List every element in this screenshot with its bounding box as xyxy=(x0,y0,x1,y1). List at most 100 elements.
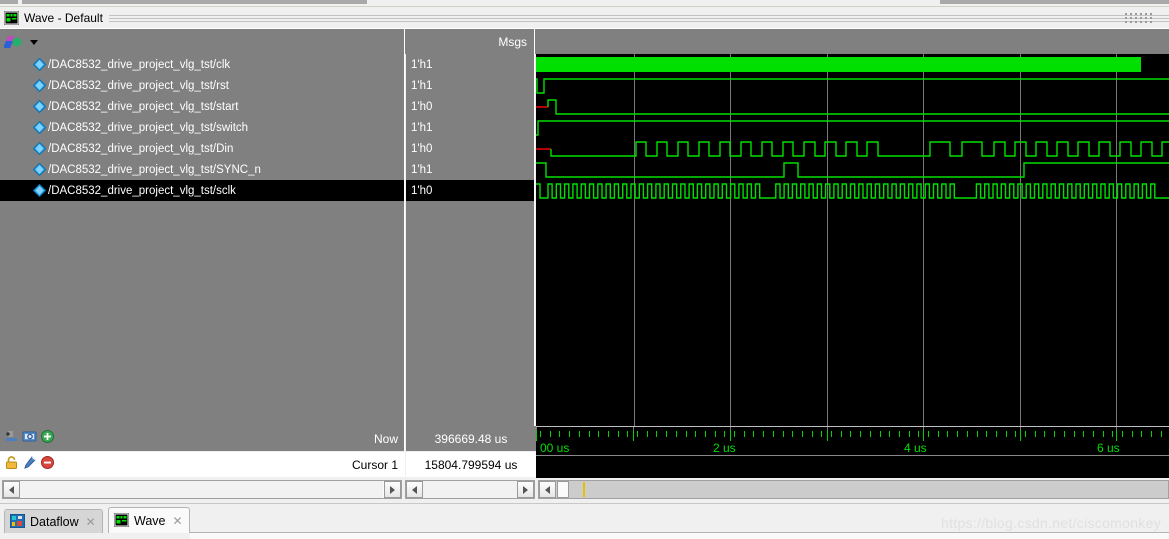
ruler-minor-tick xyxy=(850,431,852,437)
signal-name-label: /DAC8532_drive_project_vlg_tst/sclk xyxy=(48,184,236,197)
ruler-minor-tick xyxy=(724,431,726,437)
tab-dataflow[interactable]: Dataflow ✕ xyxy=(4,509,103,533)
signal-row-start[interactable]: /DAC8532_drive_project_vlg_tst/start xyxy=(0,96,404,117)
scroll-right-arrow-icon xyxy=(390,485,395,494)
signal-row-clk[interactable]: /DAC8532_drive_project_vlg_tst/clk xyxy=(0,54,404,75)
lock-cursor-icon[interactable] xyxy=(4,455,19,470)
ruler-minor-tick xyxy=(607,431,609,437)
window-grip-icon[interactable] xyxy=(1125,13,1155,24)
signal-row-sclk[interactable]: /DAC8532_drive_project_vlg_tst/sclk xyxy=(0,180,404,201)
ruler-minor-tick xyxy=(782,431,784,437)
scroll-left-arrow-icon xyxy=(412,485,417,494)
cursor-status-panel: Now 396669.48 us Cursor 1 15804.799594 u… xyxy=(0,426,536,478)
ruler-minor-tick xyxy=(685,431,687,437)
scroll-left-arrow-icon xyxy=(9,485,14,494)
now-row: Now 396669.48 us xyxy=(0,426,536,451)
values-scroll-left-button[interactable] xyxy=(406,481,423,498)
time-ruler[interactable]: 00 us 2 us 4 us 6 us xyxy=(536,426,1169,478)
wave-window-icon xyxy=(3,10,20,26)
chevron-down-icon[interactable] xyxy=(30,39,38,45)
ruler-minor-tick xyxy=(1083,431,1085,437)
add-cursor-icon[interactable] xyxy=(40,429,55,444)
names-scroll-right-button[interactable] xyxy=(384,481,401,498)
wave-hscrollbar[interactable] xyxy=(538,480,1169,499)
ruler-minor-tick xyxy=(840,431,842,437)
signal-diamond-icon xyxy=(32,120,47,135)
waveform-canvas[interactable] xyxy=(536,54,1169,426)
names-scroll-left-button[interactable] xyxy=(3,481,20,498)
signal-name-column-header[interactable] xyxy=(0,29,405,55)
close-icon[interactable]: ✕ xyxy=(86,515,96,529)
ruler-minor-tick xyxy=(879,431,881,437)
tab-wave-label: Wave xyxy=(134,513,166,528)
signal-value-Din: 1'h0 xyxy=(411,142,433,155)
ruler-minor-tick xyxy=(646,431,648,437)
signal-name-label: /DAC8532_drive_project_vlg_tst/start xyxy=(48,100,239,113)
ruler-minor-tick xyxy=(753,431,755,437)
ruler-minor-tick xyxy=(908,431,910,437)
ruler-minor-tick xyxy=(559,431,561,437)
ruler-minor-tick xyxy=(695,431,697,437)
ruler-minor-tick xyxy=(898,431,900,437)
delete-cursor-icon[interactable] xyxy=(40,455,55,470)
ruler-major-tick xyxy=(827,430,828,441)
ruler-minor-tick xyxy=(549,431,551,437)
signal-value-list[interactable]: 1'h1 1'h1 1'h0 1'h1 1'h0 1'h1 1'h0 xyxy=(406,54,535,426)
now-label-cell: Now xyxy=(0,426,405,451)
ruler-minor-tick xyxy=(831,431,832,437)
now-value: 396669.48 us xyxy=(434,431,508,446)
bottom-tab-bar: Dataflow ✕ Wave ✕ https://blog.csdn.net/… xyxy=(0,503,1169,539)
signal-value-sclk: 1'h0 xyxy=(406,180,534,201)
values-scroll-right-button[interactable] xyxy=(517,481,534,498)
wave-window-titlebar[interactable]: Wave - Default xyxy=(0,8,1169,28)
ruler-label-1: 2 us xyxy=(713,441,736,455)
ruler-minor-tick xyxy=(1122,431,1123,437)
cursor-row[interactable]: Cursor 1 15804.799594 us xyxy=(0,452,536,477)
wave-scroll-left-button[interactable] xyxy=(539,481,556,498)
names-hscrollbar[interactable] xyxy=(2,480,402,499)
find-cursor-icon[interactable] xyxy=(22,429,37,444)
ruler-minor-tick xyxy=(656,431,658,437)
insert-cursor-icon[interactable] xyxy=(4,429,19,444)
tab-wave[interactable]: Wave ✕ xyxy=(108,507,190,533)
ruler-minor-tick xyxy=(578,431,580,437)
waveform-canvas-pane[interactable] xyxy=(536,54,1169,426)
signal-diamond-icon xyxy=(32,57,47,72)
ruler-minor-tick xyxy=(860,431,862,437)
signal-row-SYNC_n[interactable]: /DAC8532_drive_project_vlg_tst/SYNC_n xyxy=(0,159,404,180)
signal-name-label: /DAC8532_drive_project_vlg_tst/switch xyxy=(48,121,249,134)
values-hscrollbar[interactable] xyxy=(405,480,535,499)
edit-cursor-icon[interactable] xyxy=(22,455,37,470)
ruler-major-tick xyxy=(923,430,924,441)
outer-window-strip xyxy=(0,0,1169,8)
wave-objects-icon xyxy=(3,34,26,50)
ruler-minor-tick xyxy=(627,431,629,437)
cursor-toolbar-row2[interactable] xyxy=(4,455,55,470)
cursor-value-cell[interactable]: 15804.799594 us xyxy=(406,452,536,477)
ruler-minor-tick xyxy=(792,431,794,437)
close-icon[interactable]: ✕ xyxy=(173,514,183,528)
msgs-column-header[interactable]: Msgs xyxy=(406,29,535,55)
ruler-minor-tick xyxy=(588,431,590,437)
ruler-minor-tick xyxy=(889,431,891,437)
ruler-minor-tick xyxy=(1054,431,1056,437)
now-label: Now xyxy=(373,431,398,446)
cursor-toolbar-row1[interactable] xyxy=(4,429,55,444)
ruler-baseline xyxy=(536,455,1169,456)
tab-dataflow-label: Dataflow xyxy=(30,514,79,529)
now-value-cell: 396669.48 us xyxy=(406,426,536,451)
cursor-label-cell[interactable]: Cursor 1 xyxy=(0,452,405,477)
ruler-minor-tick xyxy=(772,431,774,437)
ruler-minor-tick xyxy=(704,431,706,437)
signal-row-switch[interactable]: /DAC8532_drive_project_vlg_tst/switch xyxy=(0,117,404,138)
signal-value-switch: 1'h1 xyxy=(411,121,433,134)
cursor-label: Cursor 1 xyxy=(351,457,398,472)
signal-row-rst[interactable]: /DAC8532_drive_project_vlg_tst/rst xyxy=(0,75,404,96)
signal-row-Din[interactable]: /DAC8532_drive_project_vlg_tst/Din xyxy=(0,138,404,159)
ruler-minor-tick xyxy=(918,431,920,437)
ruler-minor-tick xyxy=(743,431,745,437)
signal-name-list[interactable]: /DAC8532_drive_project_vlg_tst/clk/DAC85… xyxy=(0,54,405,426)
signal-value-start: 1'h0 xyxy=(411,100,433,113)
wave-scroll-thumb[interactable] xyxy=(557,481,569,498)
ruler-minor-tick xyxy=(976,431,978,437)
